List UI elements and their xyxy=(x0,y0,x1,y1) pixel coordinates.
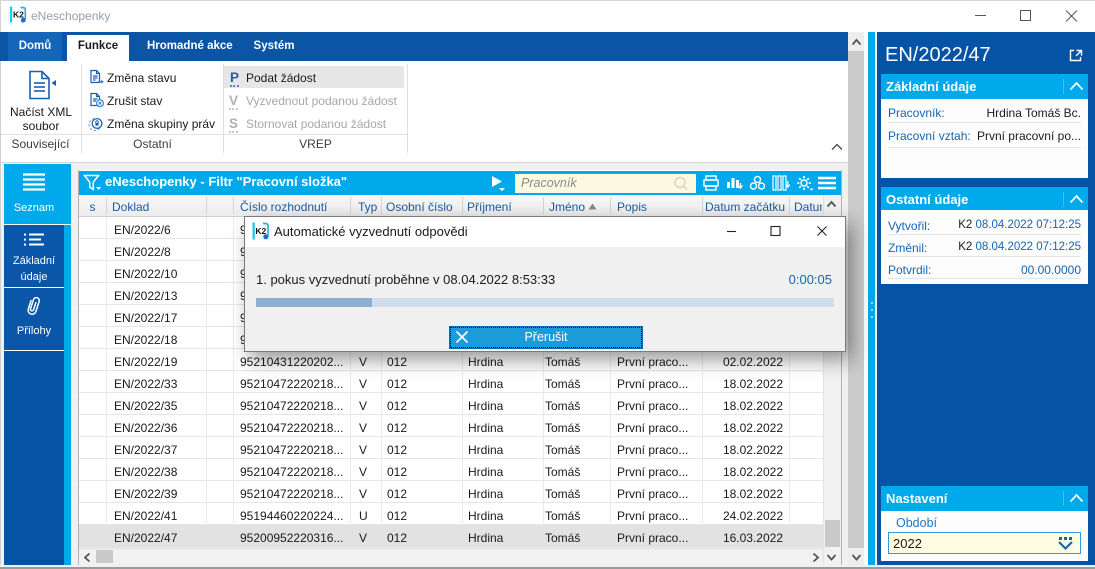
svg-text:K2: K2 xyxy=(13,10,24,20)
svg-text:K2: K2 xyxy=(255,226,266,236)
